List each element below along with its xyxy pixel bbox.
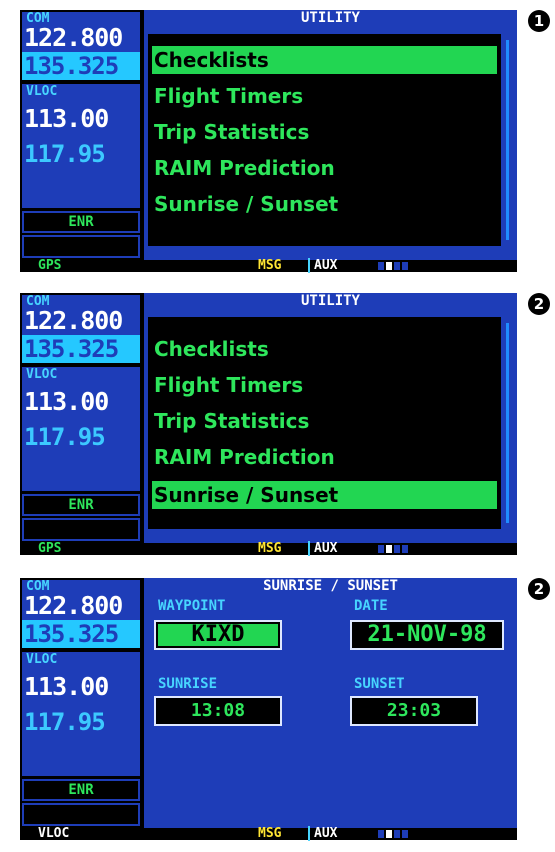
page-title: SUNRISE / SUNSET <box>263 578 398 594</box>
vloc-active-frequency: 113.00 <box>24 387 109 416</box>
annunciator-box <box>22 803 140 826</box>
vloc-standby-frequency: 117.95 <box>24 140 106 168</box>
utility-menu: Checklists Flight Timers Trip Statistics… <box>148 34 501 246</box>
vloc-label: VLOC <box>26 652 58 667</box>
page-indicator <box>378 262 408 270</box>
vloc-standby-frequency: 117.95 <box>24 708 106 736</box>
menu-item-checklists[interactable]: Checklists <box>152 335 497 363</box>
vloc-window[interactable]: VLOC 113.00 117.95 <box>22 84 140 208</box>
cdi-mode-indicator: ENR <box>22 779 140 801</box>
vloc-label: VLOC <box>26 367 58 382</box>
frequency-column: COM 122.800 135.325 VLOC 113.00 117.95 E… <box>20 578 144 828</box>
menu-item-sunrise-sunset[interactable]: Sunrise / Sunset <box>152 190 497 218</box>
frequency-column: COM 122.800 135.325 VLOC 113.00 117.95 E… <box>20 10 144 260</box>
utility-menu: Checklists Flight Timers Trip Statistics… <box>148 317 501 529</box>
page-title: UTILITY <box>300 293 360 309</box>
cdi-mode-indicator: ENR <box>22 494 140 516</box>
waypoint-label: WAYPOINT <box>158 598 226 614</box>
vloc-window[interactable]: VLOC 113.00 117.95 <box>22 652 140 776</box>
utility-page: UTILITY Checklists Flight Timers Trip St… <box>144 293 517 543</box>
com-window[interactable]: COM 122.800 135.325 <box>22 294 140 363</box>
status-bar: VLOC MSG AUX <box>20 826 517 841</box>
nav-source-label: VLOC <box>38 826 70 841</box>
menu-item-raim-prediction[interactable]: RAIM Prediction <box>152 443 497 471</box>
step-number-2: 2 <box>528 293 550 315</box>
sunrise-sunset-page: SUNRISE / SUNSET WAYPOINT KIXD DATE 21-N… <box>144 578 517 828</box>
cdi-mode-indicator: ENR <box>22 211 140 233</box>
sunset-label: SUNSET <box>354 676 405 692</box>
menu-item-raim-prediction[interactable]: RAIM Prediction <box>152 154 497 182</box>
vloc-standby-frequency: 117.95 <box>24 423 106 451</box>
msg-annunciator: MSG <box>258 541 282 556</box>
annunciator-box <box>22 235 140 258</box>
com-active-frequency: 122.800 <box>24 591 123 620</box>
step-number-3: 2 <box>528 578 550 600</box>
vloc-label: VLOC <box>26 84 58 99</box>
gps-screen-utility-sunrise-selected: COM 122.800 135.325 VLOC 113.00 117.95 E… <box>20 293 517 556</box>
aux-page-group: AUX <box>308 541 337 556</box>
status-bar: GPS MSG AUX <box>20 258 517 273</box>
com-standby-frequency: 135.325 <box>22 620 140 648</box>
msg-annunciator: MSG <box>258 826 282 841</box>
com-active-frequency: 122.800 <box>24 306 123 335</box>
com-standby-frequency: 135.325 <box>22 335 140 363</box>
waypoint-field[interactable]: KIXD <box>154 620 282 650</box>
utility-page: UTILITY Checklists Flight Timers Trip St… <box>144 10 517 260</box>
page-title: UTILITY <box>300 10 360 26</box>
aux-page-group: AUX <box>308 826 337 841</box>
scrollbar[interactable] <box>506 323 509 523</box>
com-active-frequency: 122.800 <box>24 23 123 52</box>
status-bar: GPS MSG AUX <box>20 541 517 556</box>
scrollbar[interactable] <box>506 40 509 240</box>
menu-item-checklists[interactable]: Checklists <box>152 46 497 74</box>
nav-source-label: GPS <box>38 541 62 556</box>
menu-item-trip-statistics[interactable]: Trip Statistics <box>152 118 497 146</box>
page-indicator <box>378 830 408 838</box>
date-label: DATE <box>354 598 388 614</box>
vloc-active-frequency: 113.00 <box>24 672 109 701</box>
com-window[interactable]: COM 122.800 135.325 <box>22 579 140 648</box>
gps-screen-utility-checklists: COM 122.800 135.325 VLOC 113.00 117.95 E… <box>20 10 517 273</box>
page-indicator <box>378 545 408 553</box>
step-number-1: 1 <box>528 10 550 32</box>
aux-page-group: AUX <box>308 258 337 273</box>
sunrise-label: SUNRISE <box>158 676 218 692</box>
frequency-column: COM 122.800 135.325 VLOC 113.00 117.95 E… <box>20 293 144 543</box>
gps-screen-sunrise-sunset: COM 122.800 135.325 VLOC 113.00 117.95 E… <box>20 578 517 841</box>
waypoint-value: KIXD <box>158 624 278 646</box>
sunrise-time-field: 13:08 <box>154 696 282 726</box>
menu-item-flight-timers[interactable]: Flight Timers <box>152 82 497 110</box>
msg-annunciator: MSG <box>258 258 282 273</box>
nav-source-label: GPS <box>38 258 62 273</box>
menu-item-sunrise-sunset[interactable]: Sunrise / Sunset <box>152 481 497 509</box>
vloc-active-frequency: 113.00 <box>24 104 109 133</box>
vloc-window[interactable]: VLOC 113.00 117.95 <box>22 367 140 491</box>
menu-item-trip-statistics[interactable]: Trip Statistics <box>152 407 497 435</box>
sunset-time-field: 23:03 <box>350 696 478 726</box>
com-standby-frequency: 135.325 <box>22 52 140 80</box>
menu-item-flight-timers[interactable]: Flight Timers <box>152 371 497 399</box>
annunciator-box <box>22 518 140 541</box>
date-field[interactable]: 21-NOV-98 <box>350 620 504 650</box>
com-window[interactable]: COM 122.800 135.325 <box>22 11 140 80</box>
